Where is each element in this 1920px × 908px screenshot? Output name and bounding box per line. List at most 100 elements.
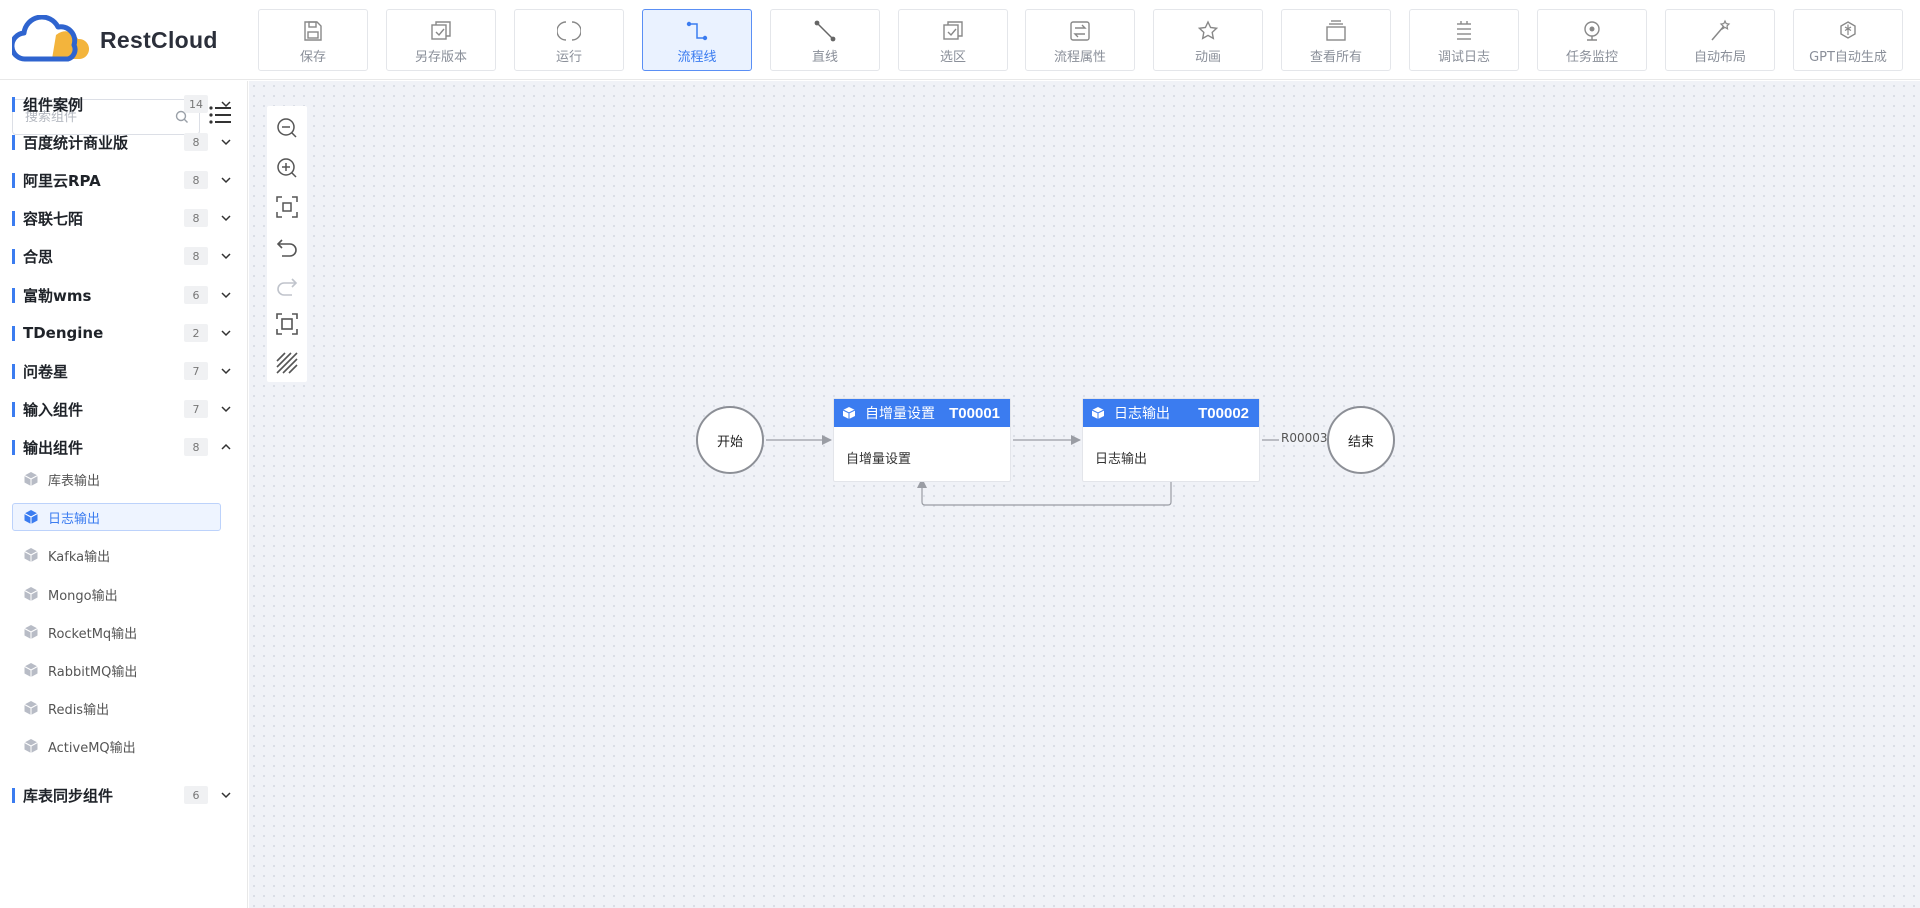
category-name: 组件案例	[23, 95, 84, 114]
task-id: T00002	[1198, 404, 1249, 422]
brand-name: RestCloud	[100, 26, 218, 53]
chevron-down-icon[interactable]	[220, 327, 232, 339]
component-item[interactable]: ActiveMQ输出	[12, 732, 221, 760]
gpt-generate-button[interactable]: GPT自动生成	[1793, 9, 1903, 71]
component-name: 日志输出	[48, 511, 101, 527]
category-name: 问卷星	[23, 362, 69, 381]
task-monitor-label: 任务监控	[1565, 50, 1618, 65]
select-area-icon	[941, 19, 965, 43]
save-version-label: 另存版本	[414, 50, 467, 65]
category-count: 8	[184, 209, 208, 227]
gpt-icon	[1836, 19, 1860, 43]
chevron-down-icon[interactable]	[220, 789, 232, 801]
task-monitor-button[interactable]: 任务监控	[1537, 9, 1647, 71]
animation-label: 动画	[1194, 50, 1221, 65]
edge-label[interactable]: R00003	[1279, 431, 1330, 445]
chevron-down-icon[interactable]	[220, 289, 232, 301]
straight-line-icon	[813, 19, 837, 43]
chevron-down-icon[interactable]	[220, 250, 232, 262]
save-icon	[301, 19, 325, 43]
task-body: 日志输出	[1095, 452, 1148, 467]
component-name: ActiveMQ输出	[48, 740, 136, 756]
category-marker	[12, 287, 15, 303]
category-item[interactable]: 库表同步组件 6	[12, 781, 236, 809]
category-item[interactable]: 合思 8	[12, 242, 236, 270]
animation-button[interactable]: 动画	[1153, 9, 1263, 71]
category-count: 6	[184, 786, 208, 804]
component-item[interactable]: Mongo输出	[12, 580, 221, 608]
run-icon	[557, 19, 581, 43]
category-marker	[12, 210, 15, 226]
task-header: 日志输出 T00002	[1083, 399, 1259, 427]
chevron-down-icon[interactable]	[220, 98, 232, 110]
straight-line-button[interactable]: 直线	[770, 9, 880, 71]
component-item[interactable]: RocketMq输出	[12, 618, 221, 646]
category-marker	[12, 96, 15, 112]
category-name: 合思	[23, 247, 54, 266]
cube-icon	[23, 509, 48, 525]
category-marker	[12, 248, 15, 264]
cube-icon	[23, 586, 48, 602]
component-item[interactable]: Redis输出	[12, 694, 221, 722]
task-body: 自增量设置	[846, 452, 912, 467]
cube-icon	[23, 471, 48, 487]
flow-props-button[interactable]: 流程属性	[1025, 9, 1135, 71]
task-id: T00001	[949, 404, 1000, 422]
run-button[interactable]: 运行	[514, 9, 624, 71]
end-node[interactable]: 结束	[1327, 406, 1395, 474]
category-marker	[12, 787, 15, 803]
component-name: Mongo输出	[48, 588, 118, 604]
cube-icon	[23, 700, 48, 716]
save-label: 保存	[299, 50, 326, 65]
start-node[interactable]: 开始	[696, 406, 764, 474]
category-item[interactable]: 组件案例 14	[12, 90, 236, 118]
category-name: 输出组件	[23, 438, 84, 457]
flow-line-icon	[685, 19, 709, 43]
cube-icon	[842, 407, 856, 419]
task-name: 自增量设置	[865, 406, 935, 422]
category-item[interactable]: 富勒wms 6	[12, 281, 236, 309]
category-item[interactable]: 百度统计商业版 8	[12, 128, 236, 156]
category-item[interactable]: 输入组件 7	[12, 395, 236, 423]
save-button[interactable]: 保存	[258, 9, 368, 71]
chevron-down-icon[interactable]	[220, 212, 232, 224]
save-version-button[interactable]: 另存版本	[386, 9, 496, 71]
chevron-down-icon[interactable]	[220, 174, 232, 186]
component-item[interactable]: RabbitMQ输出	[12, 656, 221, 684]
task-node-t00001[interactable]: 自增量设置 T00001 自增量设置	[833, 398, 1011, 482]
category-name: 容联七陌	[23, 209, 84, 228]
straight-line-label: 直线	[811, 50, 838, 65]
chevron-down-icon[interactable]	[220, 403, 232, 415]
category-name: 库表同步组件	[23, 786, 114, 805]
category-item[interactable]: 问卷星 7	[12, 357, 236, 385]
select-area-button[interactable]: 选区	[898, 9, 1008, 71]
task-monitor-icon	[1580, 19, 1604, 43]
start-node-label: 开始	[716, 434, 743, 450]
component-sidebar: 旺店通旗舰版8组件案例14百度统计商业版8阿里云RPA8容联七陌8合思8富勒wm…	[0, 81, 248, 908]
category-name: 百度统计商业版	[23, 133, 129, 152]
view-all-button[interactable]: 查看所有	[1281, 9, 1391, 71]
category-count: 7	[184, 400, 208, 418]
category-item[interactable]: TDengine 2	[12, 319, 236, 347]
restcloud-logo-icon	[12, 15, 90, 62]
category-item[interactable]: 输出组件 8	[12, 433, 236, 461]
flow-line-label: 流程线	[677, 50, 717, 65]
debug-log-button[interactable]: 调试日志	[1409, 9, 1519, 71]
run-label: 运行	[555, 50, 582, 65]
chevron-up-icon[interactable]	[220, 441, 232, 453]
auto-layout-button[interactable]: 自动布局	[1665, 9, 1775, 71]
component-item[interactable]: Kafka输出	[12, 541, 221, 569]
component-item[interactable]: 库表输出	[12, 465, 221, 493]
task-node-t00002[interactable]: 日志输出 T00002 日志输出	[1082, 398, 1260, 482]
auto-layout-label: 自动布局	[1693, 50, 1746, 65]
component-item[interactable]: 日志输出	[12, 503, 221, 531]
flow-line-button[interactable]: 流程线	[642, 9, 752, 71]
flow-canvas[interactable]: 开始 自增量设置 T00001 自增量设置 日志输出 T00002 日志输出 R…	[249, 81, 1920, 908]
chevron-down-icon[interactable]	[220, 136, 232, 148]
category-marker	[12, 134, 15, 150]
category-item[interactable]: 容联七陌 8	[12, 204, 236, 232]
task-header: 自增量设置 T00001	[834, 399, 1010, 427]
chevron-down-icon[interactable]	[220, 365, 232, 377]
cube-icon	[23, 662, 48, 678]
category-item[interactable]: 阿里云RPA 8	[12, 166, 236, 194]
